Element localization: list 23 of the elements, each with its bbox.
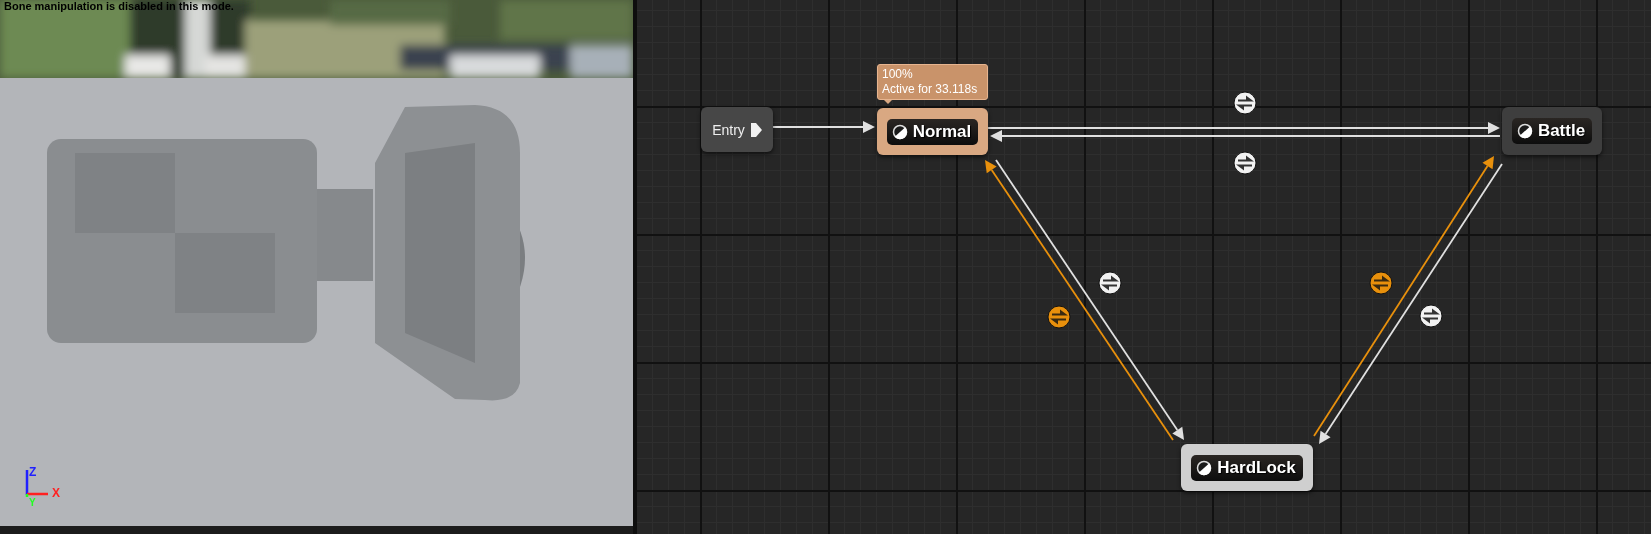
state-name: Normal <box>912 121 972 142</box>
transition-icon[interactable] <box>1369 270 1393 294</box>
state-node[interactable]: Battle <box>1502 107 1602 155</box>
state-icon <box>1516 123 1533 139</box>
transition-icon[interactable] <box>1233 90 1257 114</box>
transition-icon[interactable] <box>1233 150 1257 174</box>
active-time-text: Active for 33.118s <box>882 82 979 97</box>
weight-text: 100% <box>882 67 914 82</box>
state-icon <box>891 123 908 140</box>
axis-label: Y <box>29 497 36 508</box>
state-node[interactable]: HardLock <box>1181 444 1313 491</box>
entry-node[interactable]: Entry <box>701 107 773 152</box>
entry-label: Entry <box>712 121 745 138</box>
axis-label: Z <box>29 465 37 479</box>
state-name: Battle <box>1537 121 1586 141</box>
transition-icon[interactable] <box>1047 304 1071 328</box>
transition-icon[interactable] <box>1419 303 1443 327</box>
transition-icon[interactable] <box>1098 270 1122 294</box>
state-name: HardLock <box>1217 457 1296 478</box>
state-node[interactable]: Normal <box>877 108 988 155</box>
output-pin-icon[interactable] <box>750 122 762 137</box>
axis-label: X <box>52 486 60 500</box>
state-icon <box>1196 459 1213 476</box>
